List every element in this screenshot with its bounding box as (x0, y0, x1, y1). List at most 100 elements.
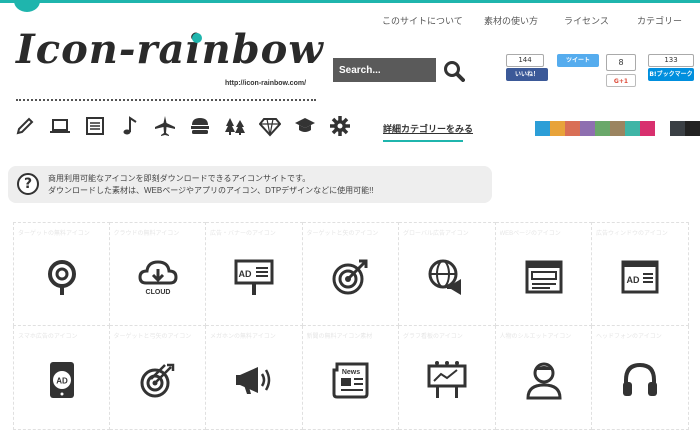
gear-icon[interactable] (329, 115, 351, 137)
newspaper-news-icon: News (332, 362, 368, 399)
swatch-pink[interactable] (640, 121, 655, 136)
hamburger-icon[interactable] (189, 115, 211, 137)
gplus-share: 8 G+1 (606, 54, 636, 87)
facebook-count: 144 (506, 54, 544, 67)
logo-divider (16, 98, 316, 101)
category-bar (14, 115, 351, 137)
icon-caption: 広告・バナーのアイコン (210, 231, 276, 237)
icon-card[interactable]: グローバル広告アイコン (399, 222, 496, 326)
icon-caption: 人物のシルエットアイコン (499, 334, 572, 340)
ad-billboard-icon: AD (234, 259, 274, 295)
hatena-bookmark-button[interactable]: B!ブックマーク (648, 68, 694, 81)
ad-label: AD (56, 377, 68, 386)
icon-caption: 新聞の無料アイコン素材 (306, 334, 373, 340)
swatch-red[interactable] (565, 121, 580, 136)
icon-caption: 広告ウィンドウのアイコン (596, 231, 668, 237)
color-swatches (535, 121, 700, 136)
search-input[interactable] (333, 58, 436, 83)
ad-window-icon: AD (621, 260, 659, 294)
nav-howto-link[interactable]: 素材の使い方 (484, 14, 538, 27)
icon-card[interactable]: 人物のシルエットアイコン (495, 326, 592, 430)
nav-about-link[interactable]: このサイトについて (382, 14, 463, 27)
detail-category-link[interactable]: 詳細カテゴリーをみる (383, 122, 473, 135)
nav-license-link[interactable]: ライセンス (564, 14, 609, 27)
icon-caption: グラフ看板のアイコン (403, 334, 463, 340)
icon-caption: WEBページのアイコン (499, 231, 561, 237)
info-text: 商用利用可能なアイコンを即刻ダウンロードできるアイコンサイトです。 ダウンロード… (48, 173, 374, 197)
info-banner: ? 商用利用可能なアイコンを即刻ダウンロードできるアイコンサイトです。 ダウンロ… (8, 166, 492, 203)
web-window-icon (525, 260, 562, 294)
smartphone-ad-icon: AD (50, 362, 74, 398)
icon-card[interactable]: メガホンの無料アイコン (206, 326, 303, 430)
gplus-button[interactable]: G+1 (606, 74, 636, 87)
chart-billboard-icon (427, 361, 467, 398)
question-icon: ? (17, 173, 39, 195)
swatch-teal[interactable] (625, 121, 640, 136)
icon-caption: ターゲットの無料アイコン (18, 231, 90, 237)
icon-caption: メガホンの無料アイコン (210, 334, 276, 340)
pencil-icon[interactable] (14, 115, 36, 137)
icon-card[interactable]: 広告・バナーのアイコン AD (206, 222, 303, 326)
site-url: http://icon-rainbow.com/ (225, 80, 307, 87)
icon-caption: スマホ広告のアイコン (18, 334, 78, 340)
icon-card[interactable]: 広告ウィンドウのアイコン AD (592, 222, 689, 326)
swatch-white[interactable] (655, 121, 670, 136)
twitter-share: ツイート (557, 54, 599, 67)
icon-caption: クラウドの無料アイコン (113, 231, 180, 237)
facebook-share: 144 いいね！ (506, 54, 548, 81)
newspaper-icon[interactable] (84, 115, 106, 137)
tweet-button[interactable]: ツイート (557, 54, 599, 67)
graduation-cap-icon[interactable] (294, 115, 316, 137)
nav-category-link[interactable]: カテゴリー (637, 14, 682, 27)
target-arrows-icon (140, 363, 174, 398)
swatch-blue[interactable] (535, 121, 550, 136)
globe-megaphone-icon (428, 259, 461, 295)
icon-card[interactable]: スマホ広告のアイコン AD (13, 326, 110, 430)
swatch-dark-gray[interactable] (670, 121, 685, 136)
ad-label: AD (239, 269, 252, 279)
laptop-icon[interactable] (49, 115, 71, 137)
gplus-count: 8 (606, 54, 636, 71)
icon-caption: ヘッドフォンのアイコン (596, 334, 662, 340)
cloud-download-icon: CLOUD (137, 260, 178, 296)
trees-icon[interactable] (224, 115, 246, 137)
music-note-icon[interactable] (119, 115, 141, 137)
news-label: News (341, 369, 359, 376)
icon-card[interactable]: ターゲットの無料アイコン (13, 222, 110, 326)
search-box (333, 58, 436, 83)
icon-card[interactable]: WEBページのアイコン (495, 222, 592, 326)
headphones-icon (623, 362, 657, 396)
site-logo[interactable]: Icon-rainbow (16, 26, 324, 73)
search-icon[interactable] (443, 60, 465, 82)
hatena-count: 133 (648, 54, 694, 67)
swatch-orange[interactable] (550, 121, 565, 136)
ad-label: AD (627, 275, 640, 285)
icon-card[interactable]: 新聞の無料アイコン素材 News (302, 326, 399, 430)
cloud-label: CLOUD (145, 289, 170, 296)
target-arrow-icon (332, 259, 367, 295)
megaphone-icon (236, 367, 271, 394)
person-icon (525, 362, 562, 400)
info-line-2: ダウンロードした素材は、WEBページやアプリのアイコン、DTPデザインなどに使用… (48, 186, 374, 195)
diamond-icon[interactable] (259, 115, 281, 137)
info-line-1: 商用利用可能なアイコンを即刻ダウンロードできるアイコンサイトです。 (48, 174, 311, 183)
top-accent-dot (14, 0, 40, 12)
top-accent-bar (0, 0, 700, 3)
icon-caption: グローバル広告アイコン (403, 231, 469, 237)
icon-card[interactable]: グラフ看板のアイコン (399, 326, 496, 430)
icon-card[interactable]: クラウドの無料アイコン CLOUD (109, 222, 206, 326)
detail-link-underline (383, 140, 463, 142)
swatch-black[interactable] (685, 121, 700, 136)
icon-caption: ターゲットと弓矢のアイコン (113, 334, 192, 340)
swatch-purple[interactable] (580, 121, 595, 136)
hatena-share: 133 B!ブックマーク (648, 54, 694, 81)
swatch-brown[interactable] (610, 121, 625, 136)
swatch-green[interactable] (595, 121, 610, 136)
airplane-icon[interactable] (154, 115, 176, 137)
icon-card[interactable]: ターゲットと矢のアイコン (302, 222, 399, 326)
icon-caption: ターゲットと矢のアイコン (306, 231, 379, 237)
icon-card[interactable]: ターゲットと弓矢のアイコン (109, 326, 206, 430)
icon-grid: ターゲットの無料アイコン クラウドの無料アイコン CLOUD 広告・バナーのアイ… (13, 222, 699, 430)
icon-card[interactable]: ヘッドフォンのアイコン (592, 326, 689, 430)
facebook-like-button[interactable]: いいね！ (506, 68, 548, 81)
